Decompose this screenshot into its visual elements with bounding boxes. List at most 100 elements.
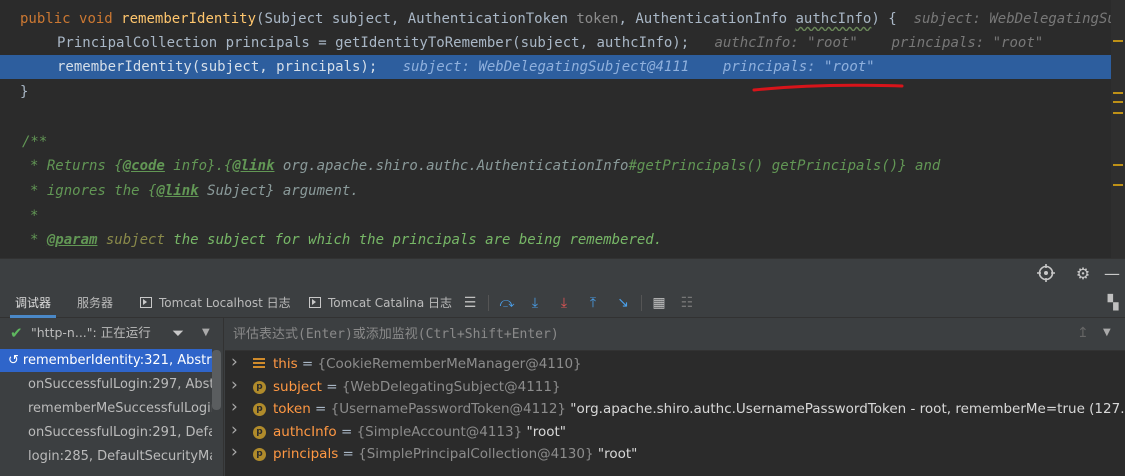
- variable-value: "root": [526, 423, 567, 440]
- variable-row[interactable]: › this = {CookieRememberMeManager@4110}: [225, 351, 1125, 376]
- chevron-right-icon[interactable]: ›: [231, 441, 243, 464]
- equals-sign: =: [338, 446, 359, 462]
- tab-debugger[interactable]: 调试器: [10, 288, 56, 318]
- signature-part-c: ) {: [871, 11, 897, 27]
- doc-line-open[interactable]: /**: [0, 130, 1125, 154]
- toolbar-separator: [641, 295, 642, 311]
- chevron-right-icon[interactable]: ›: [231, 396, 243, 419]
- trace-icon[interactable]: ☷: [678, 294, 696, 312]
- equals-sign: =: [297, 356, 318, 372]
- chevron-down-icon[interactable]: ▼: [1103, 327, 1111, 338]
- doc-ignores-end: Subject} argument.: [198, 183, 359, 199]
- thread-name: "http-n...": 正在运行: [31, 325, 151, 340]
- variable-row[interactable]: › p token = {UsernamePasswordToken@4112} "…: [225, 396, 1125, 421]
- stripe-marker[interactable]: [1113, 112, 1123, 114]
- evaluate-table-icon[interactable]: ▦: [650, 294, 668, 312]
- variable-row[interactable]: › p subject = {WebDelegatingSubject@4111}: [225, 374, 1125, 399]
- stripe-marker[interactable]: [1113, 101, 1123, 103]
- inline-value-subject: subject: WebDelegatingSubject@: [913, 11, 1125, 27]
- stack-frame[interactable]: ↺ rememberIdentity:321, Abstra: [0, 349, 212, 372]
- debug-tabbar: 调试器 服务器 Tomcat Localhost 日志 Tomcat Catal…: [0, 288, 1125, 318]
- authcinfo-param: authcInfo: [795, 11, 872, 27]
- frames-scrollbar[interactable]: [212, 350, 221, 410]
- chevron-down-icon[interactable]: ▼: [202, 318, 210, 348]
- variable-type: {CookieRememberMeManager@4110}: [317, 356, 582, 372]
- variable-row[interactable]: › p principals = {SimplePrincipalCollectio…: [225, 441, 1125, 466]
- step-out-icon[interactable]: ⤒: [584, 294, 602, 312]
- method-name: rememberIdentity: [121, 11, 257, 27]
- code-editor[interactable]: public void rememberIdentity(Subject sub…: [0, 0, 1125, 258]
- run-to-cursor-icon[interactable]: ↘: [614, 294, 632, 312]
- variable-type: {SimpleAccount@4113}: [356, 423, 523, 440]
- inline-value-principals-root: principals: "root": [722, 59, 875, 75]
- chevron-right-icon[interactable]: ›: [231, 419, 243, 442]
- crosshair-icon[interactable]: [1036, 264, 1056, 284]
- variable-name: this: [273, 356, 298, 372]
- doc-line-blank[interactable]: *: [0, 204, 1125, 228]
- parameter-icon: p: [253, 403, 266, 416]
- console-icon: [140, 297, 152, 308]
- evaluate-expression-input[interactable]: [233, 323, 1063, 345]
- stack-frame[interactable]: onSuccessfulLogin:297, Abstra: [0, 373, 212, 396]
- field-list-icon: [253, 358, 266, 371]
- code-line-current-execution[interactable]: rememberIdentity(subject, principals); s…: [0, 55, 1125, 79]
- variable-row[interactable]: › p authcInfo = {SimpleAccount@4113} "root…: [225, 419, 1125, 444]
- step-over-icon[interactable]: ⤼: [498, 294, 516, 312]
- variable-text: principals = {SimplePrincipalCollection@…: [273, 443, 637, 466]
- menu-icon[interactable]: ☰: [461, 294, 479, 312]
- signature-part-a: (Subject subject, AuthenticationToken: [256, 11, 577, 27]
- doc-open: /**: [22, 134, 48, 150]
- code-line-principals[interactable]: PrincipalCollection principals = getIden…: [0, 31, 1125, 55]
- variable-name: token: [273, 401, 311, 417]
- inline-value-subject-4111: subject: WebDelegatingSubject@4111: [402, 59, 690, 75]
- gear-icon[interactable]: ⚙: [1073, 264, 1093, 284]
- editor-error-stripe[interactable]: [1111, 0, 1125, 258]
- doc-returns-mid: info}.{: [164, 158, 233, 174]
- tab-tomcat-catalina-log[interactable]: Tomcat Catalina 日志: [309, 288, 452, 318]
- stripe-marker[interactable]: [1113, 184, 1123, 186]
- force-step-into-icon[interactable]: ⤓: [555, 294, 573, 312]
- doc-line-param[interactable]: * @param subject the subject for which t…: [0, 228, 1125, 252]
- minimize-icon[interactable]: —: [1102, 264, 1122, 284]
- token-param: token: [576, 11, 619, 27]
- code-line-signature[interactable]: public void rememberIdentity(Subject sub…: [0, 7, 1125, 31]
- equals-sign: =: [310, 401, 331, 417]
- variable-type: {SimplePrincipalCollection@4130}: [358, 446, 594, 462]
- stack-frame[interactable]: onSuccessfulLogin:291, Defaul: [0, 421, 212, 444]
- inline-value-authcinfo: authcInfo: "root": [714, 35, 858, 51]
- doc-param-text: the subject for which the principals are…: [164, 232, 663, 248]
- tab-label: Tomcat Catalina 日志: [328, 296, 453, 310]
- parameter-icon: p: [253, 448, 266, 461]
- layout-icon[interactable]: ▚: [1104, 294, 1122, 312]
- code-line-close-brace[interactable]: }: [0, 80, 1125, 104]
- doc-tag-param: @param: [46, 232, 98, 248]
- pin-icon[interactable]: ↥: [1077, 325, 1089, 341]
- doc-tag-link-2: @link: [156, 183, 199, 199]
- filter-icon[interactable]: ⏷: [172, 318, 184, 348]
- tab-server[interactable]: 服务器: [77, 288, 113, 318]
- doc-line-ignores[interactable]: * ignores the {@link Subject} argument.: [0, 179, 1125, 203]
- step-into-icon[interactable]: ⤓: [526, 294, 544, 312]
- doc-line-returns[interactable]: * Returns {@code info}.{@link org.apache…: [0, 154, 1125, 178]
- return-icon: ↺: [8, 353, 19, 368]
- chevron-right-icon[interactable]: ›: [231, 351, 243, 374]
- console-icon: [309, 297, 321, 308]
- chevron-right-icon[interactable]: ›: [231, 374, 243, 397]
- equals-sign: =: [336, 423, 357, 440]
- doc-blank-star: *: [30, 208, 39, 224]
- stack-frame[interactable]: login:285, DefaultSecurityMan: [0, 445, 212, 468]
- stack-frame[interactable]: rememberMeSuccessfulLogin: [0, 397, 212, 420]
- parameter-icon: p: [253, 380, 266, 394]
- variable-name: subject: [273, 378, 322, 395]
- doc-param-star: *: [30, 232, 47, 248]
- variable-value: "root": [597, 446, 638, 462]
- signature-part-b: , AuthenticationInfo: [618, 11, 796, 27]
- stripe-marker[interactable]: [1113, 92, 1123, 94]
- tab-tomcat-localhost-log[interactable]: Tomcat Localhost 日志: [140, 288, 291, 318]
- doc-tag-code: @code: [122, 158, 165, 174]
- stripe-marker[interactable]: [1113, 40, 1123, 42]
- variable-value: "org.apache.shiro.authc.UsernamePassword…: [570, 401, 1125, 417]
- check-icon: ✔: [10, 324, 23, 342]
- thread-selector[interactable]: ✔ "http-n...": 正在运行 ⏷ ▼: [0, 318, 223, 348]
- stripe-marker[interactable]: [1113, 164, 1123, 166]
